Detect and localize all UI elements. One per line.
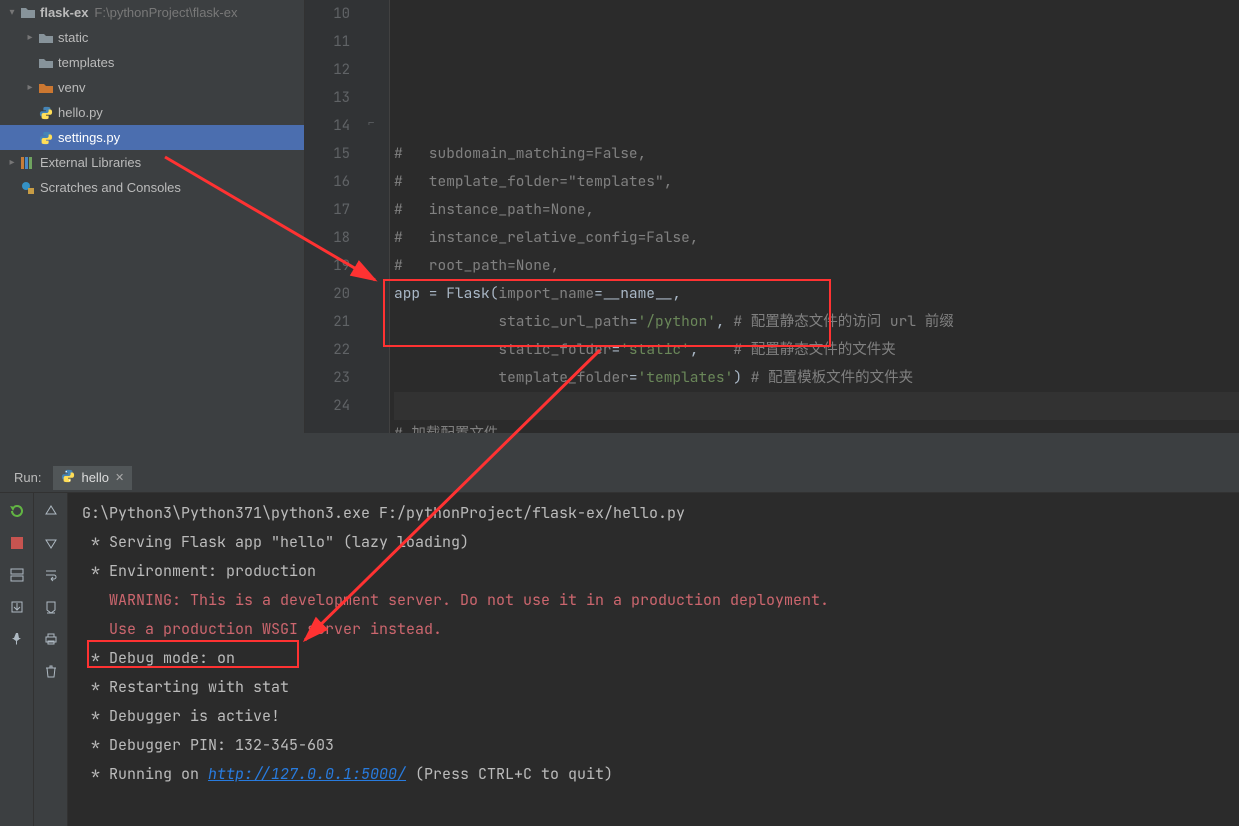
code-line[interactable]: # root_path=None, — [394, 252, 1239, 280]
trash-button[interactable] — [41, 661, 61, 681]
tree-item-label: hello.py — [58, 105, 103, 120]
code-line[interactable]: # template_folder="templates", — [394, 168, 1239, 196]
code-line[interactable]: template_folder='templates') # 配置模板文件的文件… — [394, 364, 1239, 392]
tree-item-label: static — [58, 30, 88, 45]
tree-item-label: venv — [58, 80, 85, 95]
code-line[interactable]: # subdomain_matching=False, — [394, 140, 1239, 168]
fold-gutter: ⌐ — [360, 0, 390, 433]
tree-item-settings-py[interactable]: settings.py — [0, 125, 304, 150]
caret-down-icon[interactable] — [4, 7, 20, 18]
tree-item-venv[interactable]: venv — [0, 75, 304, 100]
run-tab-bar: Run: hello ✕ — [0, 463, 1239, 493]
run-tab-hello[interactable]: hello ✕ — [53, 466, 132, 490]
print-button[interactable] — [41, 629, 61, 649]
caret-icon[interactable] — [22, 82, 38, 93]
pyfile-icon — [38, 130, 54, 146]
export-button[interactable] — [7, 597, 27, 617]
caret-right-icon[interactable] — [4, 157, 20, 168]
run-tool-column-1 — [0, 493, 34, 826]
tree-root[interactable]: flask-ex F:\pythonProject\flask-ex — [0, 0, 304, 25]
scratch-icon — [20, 180, 36, 196]
code-line[interactable]: # instance_relative_config=False, — [394, 224, 1239, 252]
layout-button[interactable] — [7, 565, 27, 585]
external-libraries[interactable]: External Libraries — [0, 150, 304, 175]
pin-button[interactable] — [7, 629, 27, 649]
run-tool-column-2 — [34, 493, 68, 826]
close-tab-icon[interactable]: ✕ — [115, 471, 124, 484]
scratches-consoles[interactable]: Scratches and Consoles — [0, 175, 304, 200]
tree-root-hint: F:\pythonProject\flask-ex — [94, 5, 237, 20]
folder-icon — [38, 30, 54, 46]
up-button[interactable] — [41, 501, 61, 521]
library-icon — [20, 155, 36, 171]
caret-icon[interactable] — [22, 32, 38, 43]
tree-root-label: flask-ex — [40, 5, 88, 20]
panel-divider[interactable] — [0, 433, 1239, 463]
soft-wrap-button[interactable] — [41, 565, 61, 585]
fold-end-icon[interactable]: ⌐ — [368, 117, 374, 129]
folder-icon — [20, 5, 36, 21]
down-button[interactable] — [41, 533, 61, 553]
code-line[interactable]: static_url_path='/python', # 配置静态文件的访问 u… — [394, 308, 1239, 336]
line-number-gutter: 101112131415161718192021222324 — [305, 0, 360, 433]
external-libraries-label: External Libraries — [40, 155, 141, 170]
code-line[interactable]: app = Flask(import_name=__name__, — [394, 280, 1239, 308]
scratches-label: Scratches and Consoles — [40, 180, 181, 195]
project-tree: flask-ex F:\pythonProject\flask-ex stati… — [0, 0, 305, 433]
code-line[interactable]: # instance_path=None, — [394, 196, 1239, 224]
run-tab-label: hello — [81, 470, 108, 485]
python-icon — [61, 469, 75, 486]
venv-icon — [38, 80, 54, 96]
code-editor[interactable]: 101112131415161718192021222324 ⌐ # subdo… — [305, 0, 1239, 433]
stop-button[interactable] — [7, 533, 27, 553]
tree-item-label: templates — [58, 55, 114, 70]
tree-item-label: settings.py — [58, 130, 120, 145]
code-line[interactable]: # 加载配置文件 — [394, 420, 1239, 433]
code-line[interactable]: static_folder='static', # 配置静态文件的文件夹 — [394, 336, 1239, 364]
tree-item-hello-py[interactable]: hello.py — [0, 100, 304, 125]
server-url-link[interactable]: http://127.0.0.1:5000/ — [208, 764, 406, 784]
code-line[interactable] — [394, 392, 1239, 420]
tree-item-static[interactable]: static — [0, 25, 304, 50]
rerun-button[interactable] — [7, 501, 27, 521]
console-output[interactable]: G:\Python3\Python371\python3.exe F:/pyth… — [68, 493, 1239, 826]
folder-icon — [38, 55, 54, 71]
pyfile-icon — [38, 105, 54, 121]
run-label: Run: — [6, 470, 49, 485]
scroll-end-button[interactable] — [41, 597, 61, 617]
tree-item-templates[interactable]: templates — [0, 50, 304, 75]
